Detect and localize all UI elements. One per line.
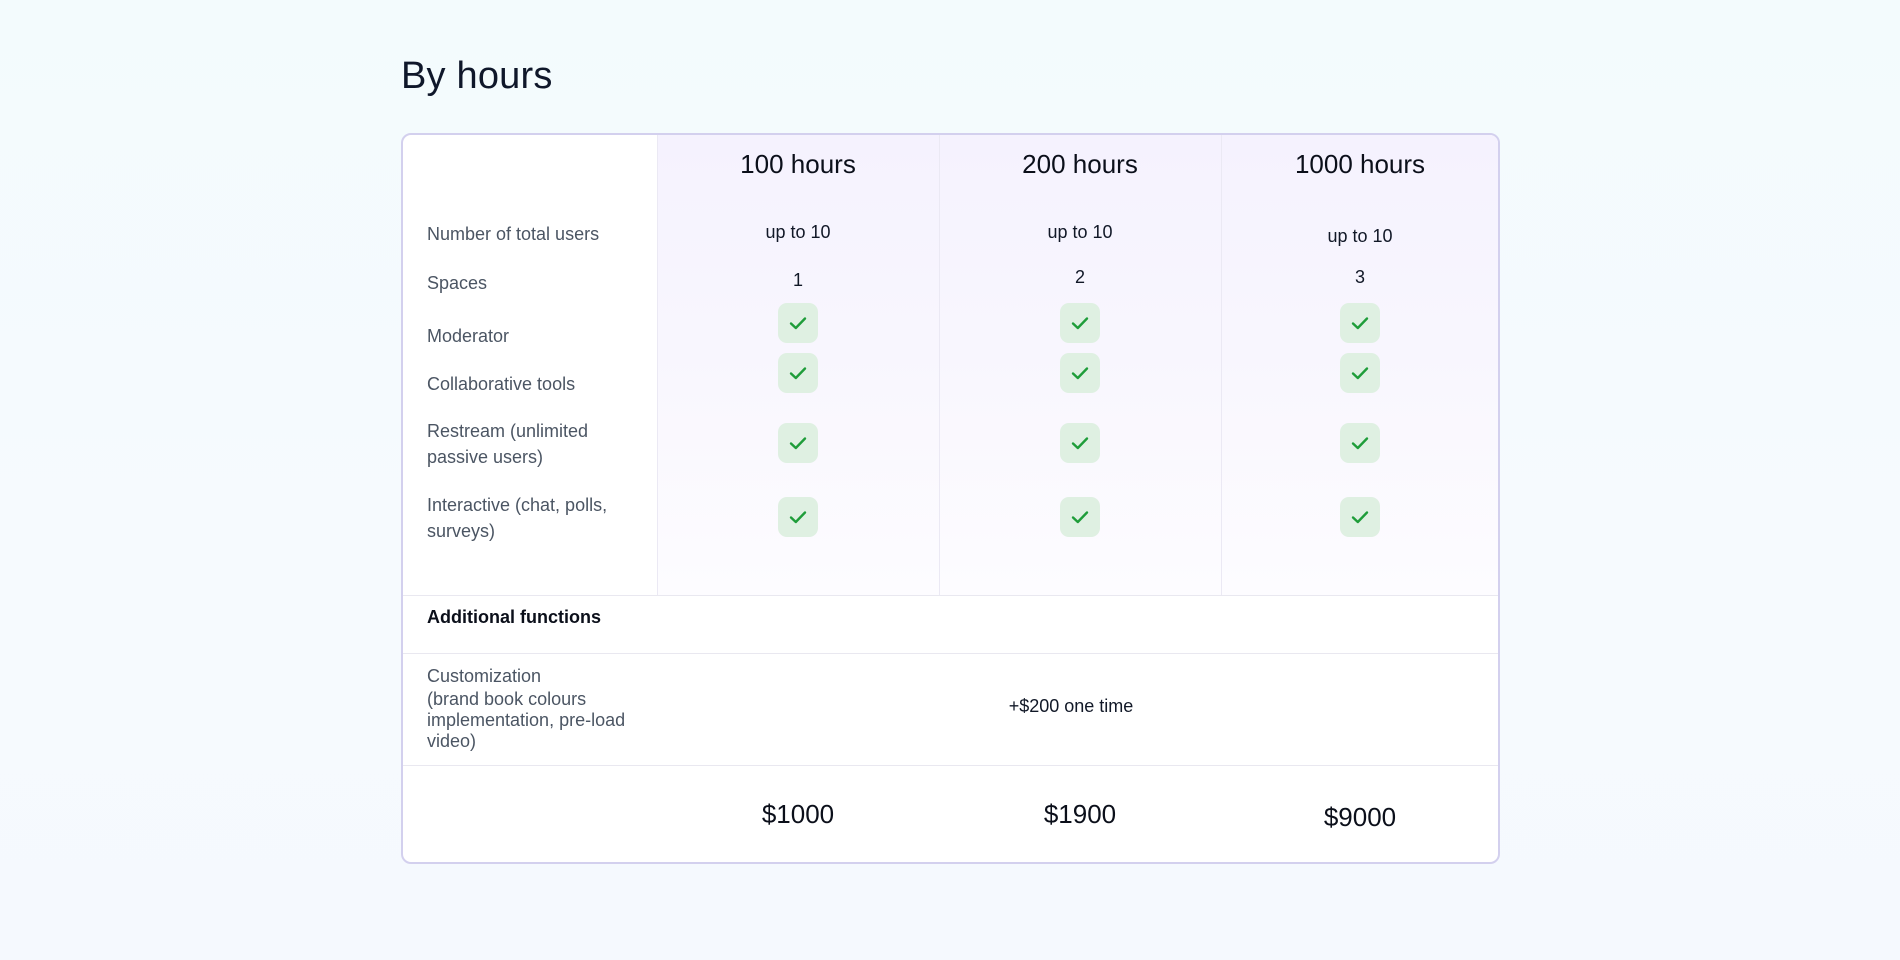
plan-name-200-hours: 200 hours bbox=[1022, 149, 1138, 179]
row-divider bbox=[403, 765, 1498, 766]
users-value: up to 10 bbox=[1327, 226, 1393, 246]
spaces-value: 2 bbox=[1074, 267, 1086, 287]
check-icon bbox=[778, 497, 818, 537]
feature-label-users: Number of total users bbox=[427, 224, 600, 244]
pricing-table: 100 hours 200 hours 1000 hours Number of… bbox=[401, 133, 1500, 864]
row-divider bbox=[403, 653, 1498, 654]
customization-price: +$200 one time bbox=[1008, 696, 1134, 716]
check-icon bbox=[1340, 303, 1380, 343]
column-divider bbox=[657, 135, 658, 595]
price-100-hours: $1000 bbox=[761, 799, 835, 829]
section-title-additional-functions: Additional functions bbox=[427, 607, 601, 627]
check-icon bbox=[1340, 497, 1380, 537]
price-1000-hours: $9000 bbox=[1323, 802, 1397, 832]
check-icon bbox=[1060, 303, 1100, 343]
price-200-hours: $1900 bbox=[1043, 799, 1117, 829]
plan-name-100-hours: 100 hours bbox=[740, 149, 856, 179]
feature-label-spaces: Spaces bbox=[427, 273, 488, 293]
page-title: By hours bbox=[401, 55, 553, 97]
check-icon bbox=[1060, 423, 1100, 463]
customization-note: (brand book colours implementation, pre-… bbox=[427, 689, 626, 751]
spaces-value: 1 bbox=[792, 270, 804, 290]
check-icon bbox=[1340, 423, 1380, 463]
feature-label-interactive: Interactive (chat, polls, surveys) bbox=[427, 495, 608, 541]
check-icon bbox=[778, 423, 818, 463]
column-divider bbox=[939, 135, 940, 595]
check-icon bbox=[1340, 353, 1380, 393]
row-divider bbox=[403, 595, 1498, 596]
column-divider bbox=[1221, 135, 1222, 595]
feature-label-customization: Customization bbox=[427, 666, 542, 686]
users-value: up to 10 bbox=[1047, 222, 1113, 242]
check-icon bbox=[778, 353, 818, 393]
spaces-value: 3 bbox=[1354, 267, 1366, 287]
check-icon bbox=[778, 303, 818, 343]
check-icon bbox=[1060, 497, 1100, 537]
feature-label-moderator: Moderator bbox=[427, 326, 510, 346]
feature-label-restream: Restream (unlimited passive users) bbox=[427, 421, 589, 467]
check-icon bbox=[1060, 353, 1100, 393]
users-value: up to 10 bbox=[765, 222, 831, 242]
feature-label-collaborative-tools: Collaborative tools bbox=[427, 374, 576, 394]
plan-name-1000-hours: 1000 hours bbox=[1294, 149, 1426, 179]
